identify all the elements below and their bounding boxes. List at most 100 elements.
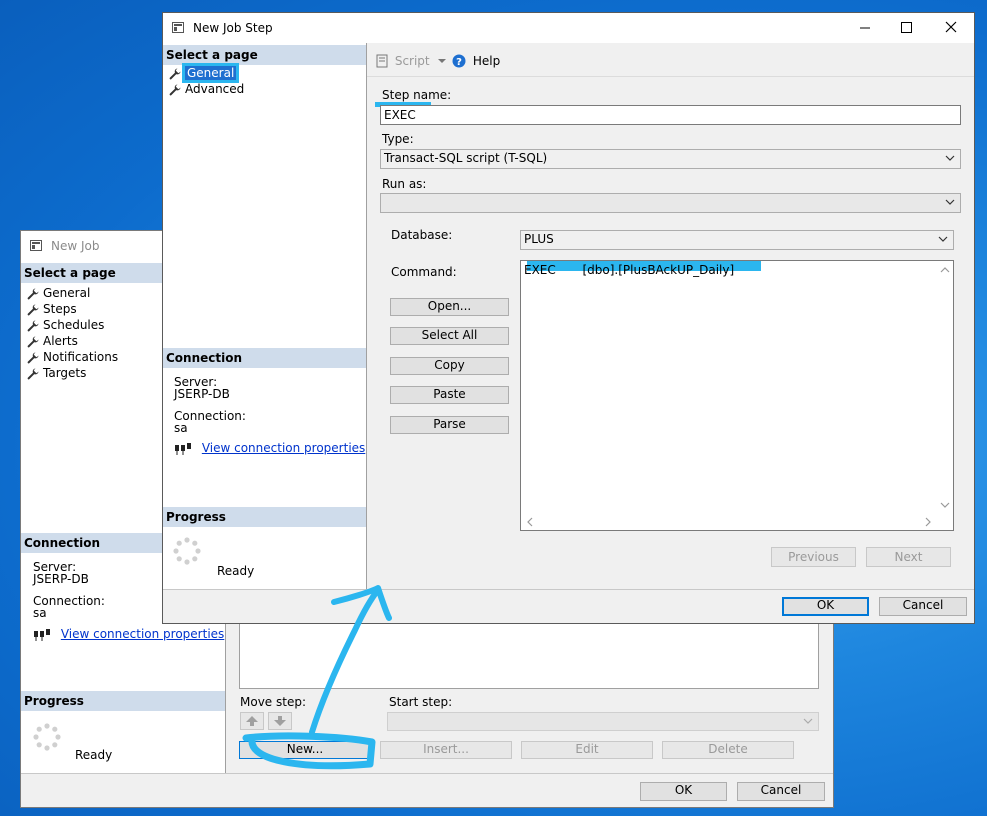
page-item-label: Targets	[43, 366, 87, 380]
page-item-label: Steps	[43, 302, 77, 316]
page-item-advanced[interactable]: Advanced	[169, 81, 244, 97]
window-title: New Job Step	[193, 21, 273, 35]
page-item-label: Notifications	[43, 350, 119, 364]
svg-text:?: ?	[456, 57, 462, 68]
paste-button[interactable]: Paste	[390, 386, 509, 404]
help-button[interactable]: ? Help	[452, 53, 500, 71]
server-value: JSERP-DB	[174, 387, 230, 401]
maximize-icon	[901, 22, 912, 33]
page-item-label: Schedules	[43, 318, 105, 332]
new-job-step-window: New Job Step Select a page General Advanc…	[162, 12, 975, 624]
wrench-icon	[27, 336, 39, 347]
scroll-down-icon	[940, 502, 950, 508]
help-icon: ?	[452, 54, 466, 68]
start-step-label: Start step:	[389, 695, 453, 709]
help-label: Help	[472, 53, 501, 68]
wrench-icon	[27, 352, 39, 363]
page-item-label: Alerts	[43, 334, 78, 348]
view-connection-row: View connection properties	[174, 441, 365, 457]
progress-status: Ready	[75, 748, 113, 762]
type-dropdown[interactable]: Transact-SQL script (T-SQL)	[380, 149, 961, 169]
next-button[interactable]: Next	[866, 547, 951, 567]
caret-down-icon	[438, 58, 447, 63]
step-name-label: Step name:	[382, 88, 452, 102]
toolbar-divider	[367, 76, 974, 77]
window-app-icon	[30, 240, 42, 251]
command-editor[interactable]: EXEC [dbo].[PlusBAckUP_Daily]	[520, 260, 954, 531]
connection-header: Connection	[163, 348, 366, 368]
command-text: EXEC [dbo].[PlusBAckUP_Daily]	[524, 263, 735, 277]
window-title: New Job	[51, 239, 100, 253]
progress-spinner-icon	[33, 723, 61, 751]
page-item-alerts[interactable]: Alerts	[27, 333, 78, 349]
connection-properties-icon	[34, 628, 50, 641]
back-ok-button[interactable]: OK	[640, 782, 727, 801]
progress-header: Progress	[21, 691, 225, 711]
open-button[interactable]: Open...	[390, 298, 509, 316]
run-as-label: Run as:	[382, 177, 427, 191]
delete-step-button[interactable]: Delete	[662, 741, 794, 759]
server-value: JSERP-DB	[33, 572, 89, 586]
script-button[interactable]: Script	[375, 53, 447, 71]
arrow-down-icon	[274, 716, 286, 726]
view-connection-properties-link[interactable]: View connection properties	[61, 627, 224, 641]
close-icon	[945, 21, 957, 33]
page-item-label: General	[181, 63, 240, 83]
page-item-steps[interactable]: Steps	[27, 301, 77, 317]
page-item-targets[interactable]: Targets	[27, 365, 86, 381]
ok-button[interactable]: OK	[782, 597, 869, 616]
close-button[interactable]	[935, 13, 967, 43]
chevron-down-icon	[945, 155, 955, 161]
front-footer-divider	[163, 589, 974, 590]
database-dropdown[interactable]: PLUS	[520, 230, 954, 250]
scroll-right-icon	[925, 517, 931, 527]
progress-spinner-icon	[173, 537, 201, 565]
database-value: PLUS	[524, 232, 554, 246]
wrench-icon	[27, 368, 39, 379]
run-as-dropdown[interactable]	[380, 193, 961, 213]
connection-value: sa	[33, 606, 47, 620]
vertical-scrollbar[interactable]	[937, 261, 953, 514]
move-up-button[interactable]	[240, 712, 264, 730]
arrow-up-icon	[246, 716, 258, 726]
steps-list	[239, 621, 819, 689]
chevron-down-icon	[803, 718, 813, 724]
front-left-pane: Select a page General Advanced Connection…	[163, 43, 367, 589]
view-connection-row: View connection properties	[33, 627, 224, 643]
type-label: Type:	[382, 132, 414, 146]
page-item-general[interactable]: General	[27, 285, 90, 301]
copy-button[interactable]: Copy	[390, 357, 509, 375]
parse-button[interactable]: Parse	[390, 416, 509, 434]
new-job-step-titlebar[interactable]: New Job Step	[163, 13, 974, 43]
move-down-button[interactable]	[268, 712, 292, 730]
insert-step-button[interactable]: Insert...	[380, 741, 512, 759]
page-item-general[interactable]: General	[169, 63, 240, 83]
start-step-dropdown[interactable]	[387, 712, 819, 731]
progress-status: Ready	[217, 564, 255, 578]
select-all-button[interactable]: Select All	[390, 327, 509, 345]
progress-header: Progress	[163, 507, 366, 527]
new-step-button[interactable]: New...	[239, 741, 371, 759]
wrench-icon	[169, 84, 181, 95]
step-name-input[interactable]: EXEC	[380, 105, 961, 125]
chevron-down-icon	[938, 236, 948, 242]
view-connection-properties-link[interactable]: View connection properties	[202, 441, 365, 455]
edit-step-button[interactable]: Edit	[521, 741, 653, 759]
maximize-button[interactable]	[890, 13, 922, 43]
wrench-icon	[27, 304, 39, 315]
move-step-label: Move step:	[240, 695, 306, 709]
script-icon	[376, 54, 388, 67]
command-label: Command:	[391, 265, 457, 279]
cancel-button[interactable]: Cancel	[879, 597, 967, 616]
window-app-icon	[172, 22, 184, 33]
scroll-up-icon	[940, 267, 950, 273]
page-item-notifications[interactable]: Notifications	[27, 349, 118, 365]
back-cancel-button[interactable]: Cancel	[737, 782, 825, 801]
type-value: Transact-SQL script (T-SQL)	[384, 151, 548, 165]
page-item-schedules[interactable]: Schedules	[27, 317, 104, 333]
minimize-button[interactable]	[849, 13, 881, 43]
horizontal-scrollbar[interactable]	[521, 514, 937, 530]
previous-button[interactable]: Previous	[771, 547, 856, 567]
select-page-header: Select a page	[163, 45, 366, 65]
page-item-label: Advanced	[185, 82, 245, 96]
